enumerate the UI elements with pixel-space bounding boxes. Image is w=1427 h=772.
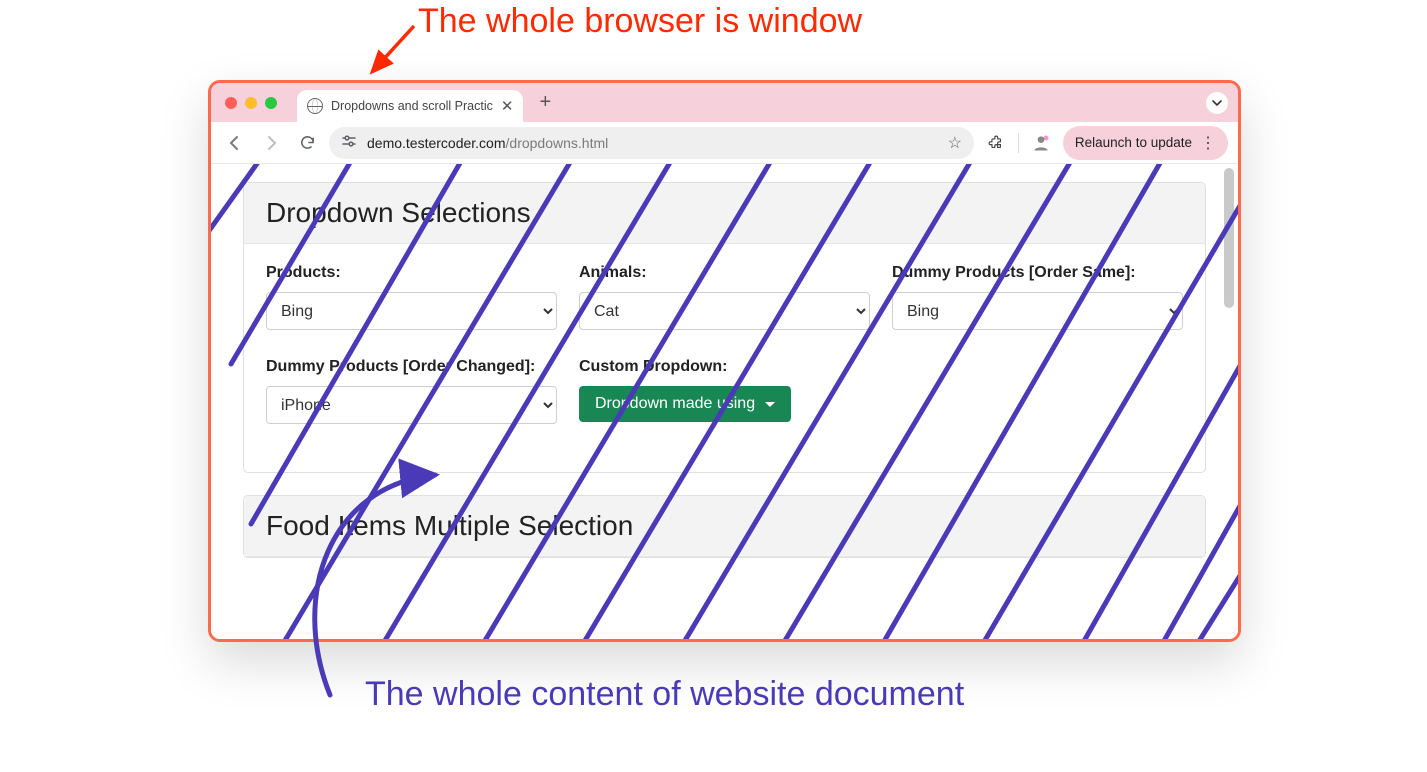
site-tune-icon[interactable] (341, 133, 357, 152)
food-items-card: Food Items Multiple Selection (243, 495, 1206, 558)
maximize-window-icon[interactable] (265, 97, 277, 109)
puzzle-icon (987, 134, 1004, 151)
animals-label: Animals: (579, 264, 870, 282)
tabs-dropdown-button[interactable] (1206, 92, 1228, 114)
custom-dropdown-group: Custom Dropdown: Dropdown made using (579, 358, 870, 424)
tab-title: Dropdowns and scroll Practic (331, 99, 493, 113)
products-label: Products: (266, 264, 557, 282)
dummy-same-label: Dummy Products [Order Same]: (892, 264, 1183, 282)
close-window-icon[interactable] (225, 97, 237, 109)
browser-tab[interactable]: Dropdowns and scroll Practic ✕ (297, 90, 523, 122)
globe-icon (307, 98, 323, 114)
window-controls (225, 97, 277, 109)
annotation-document-label: The whole content of website document (365, 675, 964, 714)
minimize-window-icon[interactable] (245, 97, 257, 109)
card-title: Food Items Multiple Selection (266, 510, 1183, 542)
custom-dropdown-button-label: Dropdown made using (595, 395, 755, 413)
products-select[interactable]: Bing (266, 292, 557, 330)
dummy-changed-label: Dummy Products [Order Changed]: (266, 358, 557, 376)
back-button[interactable] (221, 129, 249, 157)
toolbar-divider (1018, 133, 1019, 153)
custom-dropdown-button[interactable]: Dropdown made using (579, 386, 791, 422)
card-header: Food Items Multiple Selection (244, 496, 1205, 557)
scrollbar-track[interactable] (1224, 166, 1236, 637)
relaunch-button[interactable]: Relaunch to update ⋮ (1063, 126, 1228, 160)
animals-select[interactable]: Cat (579, 292, 870, 330)
dropdown-selections-card: Dropdown Selections Products: Bing Anima… (243, 182, 1206, 473)
caret-down-icon (765, 402, 775, 407)
arrow-right-icon (262, 134, 280, 152)
reload-button[interactable] (293, 129, 321, 157)
scrollbar-thumb[interactable] (1224, 168, 1234, 308)
dummy-same-select[interactable]: Bing (892, 292, 1183, 330)
card-title: Dropdown Selections (266, 197, 1183, 229)
close-tab-icon[interactable]: ✕ (501, 99, 514, 114)
profile-avatar-icon[interactable] (1027, 129, 1055, 157)
dummy-same-group: Dummy Products [Order Same]: Bing (892, 264, 1183, 330)
arrow-left-icon (226, 134, 244, 152)
forward-button[interactable] (257, 129, 285, 157)
custom-dropdown-label: Custom Dropdown: (579, 358, 870, 376)
animals-group: Animals: Cat (579, 264, 870, 330)
reload-icon (299, 134, 316, 151)
dummy-changed-select[interactable]: iPhone (266, 386, 557, 424)
page-content: Dropdown Selections Products: Bing Anima… (211, 164, 1238, 558)
browser-toolbar: demo.testercoder.com/dropdowns.html ☆ Re… (211, 122, 1238, 164)
page-viewport: Dropdown Selections Products: Bing Anima… (211, 164, 1238, 639)
browser-window: Dropdowns and scroll Practic ✕ + demo.te… (208, 80, 1241, 642)
titlebar: Dropdowns and scroll Practic ✕ + (211, 83, 1238, 122)
extensions-button[interactable] (982, 129, 1010, 157)
card-header: Dropdown Selections (244, 183, 1205, 244)
chevron-down-icon (1212, 98, 1222, 108)
kebab-menu-icon[interactable]: ⋮ (1200, 133, 1216, 153)
address-bar[interactable]: demo.testercoder.com/dropdowns.html ☆ (329, 127, 974, 159)
bookmark-star-icon[interactable]: ☆ (948, 133, 962, 153)
annotation-arrow-icon (366, 22, 426, 82)
relaunch-label: Relaunch to update (1075, 135, 1192, 150)
new-tab-button[interactable]: + (531, 91, 559, 114)
annotation-window-label: The whole browser is window (418, 2, 862, 41)
url-text: demo.testercoder.com/dropdowns.html (367, 135, 608, 151)
products-group: Products: Bing (266, 264, 557, 330)
dummy-changed-group: Dummy Products [Order Changed]: iPhone (266, 358, 557, 424)
